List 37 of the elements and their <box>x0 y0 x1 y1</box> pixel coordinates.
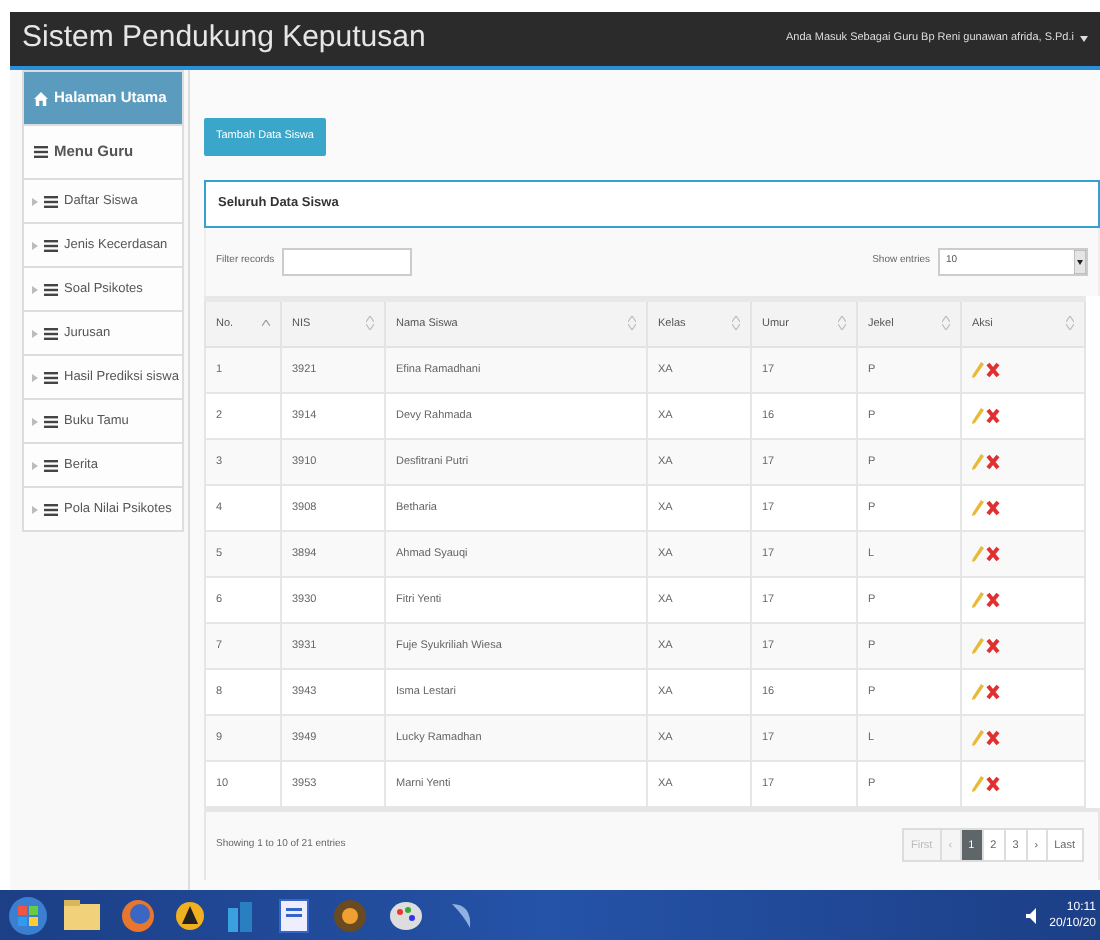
delete-x-icon[interactable] <box>986 407 1000 424</box>
gear-icon[interactable] <box>328 895 372 935</box>
delete-x-icon[interactable] <box>986 637 1000 654</box>
chevron-icon <box>32 285 38 293</box>
delete-x-icon[interactable] <box>986 775 1000 792</box>
chevron-icon <box>32 417 38 425</box>
chevron-icon <box>32 461 38 469</box>
list-icon <box>44 415 58 427</box>
start-button-icon[interactable] <box>8 895 48 935</box>
delete-x-icon[interactable] <box>986 499 1000 516</box>
delete-x-icon[interactable] <box>986 453 1000 470</box>
list-icon <box>44 459 58 471</box>
delete-x-icon[interactable] <box>986 591 1000 608</box>
list-icon <box>34 146 48 158</box>
delete-x-icon[interactable] <box>986 361 1000 378</box>
app-title: Sistem Pendukung Keputusan <box>22 18 426 59</box>
speaker-icon[interactable] <box>1025 907 1042 923</box>
filter-field[interactable] <box>282 247 413 276</box>
delete-x-icon[interactable] <box>986 545 1000 562</box>
list-icon <box>44 239 58 251</box>
list-icon <box>44 371 58 383</box>
dropdown-arrow-icon <box>1074 249 1086 274</box>
chevron-icon <box>32 241 38 249</box>
delete-x-icon[interactable] <box>986 729 1000 746</box>
folder-icon[interactable] <box>60 895 104 935</box>
list-icon <box>44 503 58 515</box>
list-icon <box>44 283 58 295</box>
chevron-icon <box>32 197 38 205</box>
delete-x-icon[interactable] <box>986 683 1000 700</box>
browser-icon[interactable] <box>116 895 160 935</box>
list-icon <box>44 195 58 207</box>
chevron-icon <box>32 505 38 513</box>
home-icon <box>34 91 48 105</box>
list-icon <box>44 327 58 339</box>
chevron-icon <box>32 329 38 337</box>
chevron-icon <box>32 373 38 381</box>
caret-icon <box>1080 36 1088 42</box>
